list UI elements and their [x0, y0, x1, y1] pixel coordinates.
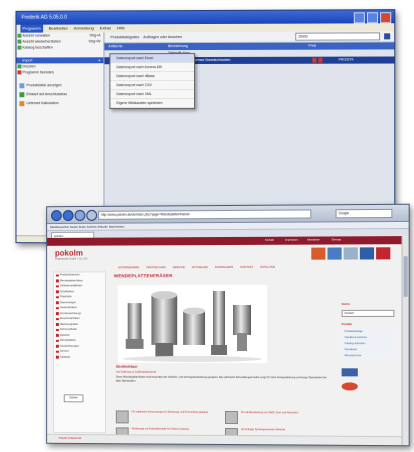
vertical-scrollbar[interactable]: [401, 236, 409, 446]
maximize-icon[interactable]: [366, 12, 379, 24]
submenu-item-save[interactable]: Eigene Wildkaraten speichern: [110, 99, 195, 109]
header-image: [343, 247, 358, 260]
right-sidebar: Suche Deutsch Kontakt Produktanfrage Hän…: [341, 297, 395, 429]
language-select[interactable]: Deutsch: [341, 309, 395, 317]
navigation-tree: Produktdatei anzeigen Einkauf auf Anschl…: [16, 81, 103, 108]
top-link-impressum[interactable]: Impressum: [285, 239, 298, 242]
top-link-kontakt[interactable]: Kontakt: [265, 239, 274, 242]
product-image: [117, 284, 268, 364]
reload-icon[interactable]: [74, 209, 86, 221]
page-title: WENDEPLATTENFRÄSER: [113, 273, 173, 279]
header-image: [376, 247, 391, 260]
left-nav-item[interactable]: Kataloge: [54, 354, 105, 360]
menu-bearbeiten[interactable]: Bearbeiten: [49, 25, 68, 33]
menu-anmeldung[interactable]: Anmeldung: [74, 24, 94, 32]
window-title: Frederik AG 5.05.0.0: [21, 14, 67, 21]
toolbar-produktkategorien[interactable]: Produktkategorien: [110, 35, 139, 39]
right-heading-kontakt: Kontakt: [341, 322, 352, 327]
col-preis[interactable]: Preis: [308, 43, 316, 50]
product-subtitle: mit Kühlung & Kühlmittelzufuhr: [115, 369, 157, 374]
window-titlebar[interactable]: Frederik AG 5.05.0.0: [16, 10, 395, 25]
export-submenu: Datenexport nach Excel Datenexport nach …: [109, 53, 196, 110]
minimize-icon[interactable]: [353, 12, 365, 24]
site-logo[interactable]: pokolm Frästechnik GmbH + Co. KG: [55, 249, 87, 261]
left-navigation: Produktübersicht Wendeplattenfräser Voll…: [53, 271, 107, 434]
right-link[interactable]: Händlerverzeichnis: [341, 335, 395, 341]
feature-image: [225, 410, 238, 425]
feature-item: Für zahlreiche Anwendungen im Werkzeug- …: [115, 410, 221, 424]
cart-icon: [19, 92, 25, 98]
top-link-newsletter[interactable]: Newsletter: [307, 239, 319, 242]
flag-icon: [318, 57, 323, 63]
home-icon[interactable]: [86, 209, 98, 221]
nav-unternehmen[interactable]: Unternehmen: [118, 265, 139, 269]
feature-image: [115, 410, 129, 424]
menu-extras[interactable]: Extras: [100, 24, 111, 32]
nav-service[interactable]: Service: [173, 265, 185, 269]
right-link[interactable]: Produktanfrage: [341, 329, 395, 335]
nav-fraestechnik[interactable]: Frästechnik: [146, 265, 166, 269]
product-description: Diese Wendeplattenfräser sind besonders …: [115, 375, 327, 383]
main-navigation: Unternehmen Frästechnik Service Aktuelle…: [118, 265, 275, 270]
submenu-item-xml[interactable]: Datenexport nach XML: [110, 90, 195, 100]
folder-icon: [19, 83, 25, 89]
exit-icon: [17, 70, 22, 75]
tree-item-produktdatei[interactable]: Produktdatei anzeigen: [16, 81, 103, 90]
header-image-strip: [311, 247, 391, 260]
nav-kataloge[interactable]: Kataloge: [260, 265, 275, 269]
supplier-icon: [19, 101, 25, 107]
menu-item-katalog[interactable]: Katalog beschaffen: [16, 44, 103, 50]
right-link[interactable]: Katalog anfordern: [341, 341, 395, 347]
header-image: [359, 247, 375, 260]
main-content: WENDEPLATTENFRÄSER Streifenfräser mit Kü…: [113, 273, 334, 442]
top-link-sitemap[interactable]: Sitemap: [332, 238, 342, 241]
restore-icon: [17, 39, 22, 44]
header-image: [327, 247, 342, 260]
go-arrow-icon[interactable]: [384, 33, 391, 40]
close-icon[interactable]: [380, 12, 392, 24]
submenu-item-excel[interactable]: Datenexport nach Excel: [110, 54, 195, 64]
web-page: Kontakt Impressum Newsletter Sitemap pok…: [47, 236, 409, 446]
nav-aktuelles[interactable]: Aktuelles: [192, 265, 208, 269]
menu-programm[interactable]: Programm: [20, 24, 43, 33]
catalog-icon: [17, 45, 22, 50]
header-image: [311, 247, 326, 260]
submenu-item-csv[interactable]: Datenexport nach CSV: [110, 81, 195, 91]
product-title: Streifenfräser: [115, 364, 138, 369]
top-strip: Kontakt Impressum Newsletter Sitemap: [47, 236, 409, 246]
search-input[interactable]: Google: [335, 208, 393, 219]
toolbar: Produktkategorien Auftragen oder Ansehen…: [104, 31, 395, 44]
tree-item-lieferant[interactable]: Lieferant Kalkulation: [16, 99, 103, 108]
view-icon: [17, 33, 22, 38]
page-footer: Pokolm Frästechnik: [47, 433, 409, 446]
right-heading-suche: Suche: [341, 302, 350, 306]
filter-combo[interactable]: 20000: [295, 32, 381, 41]
feature-item: Für die Bearbeitung von Stahl, Guss und …: [225, 410, 331, 425]
nav-kontakt[interactable]: Kontakt: [240, 265, 253, 269]
forward-icon[interactable]: [62, 210, 74, 221]
browser-window: http://www.pokolm.de/de/index.php?page=W…: [46, 203, 410, 447]
menu-hilfe[interactable]: Hilfe: [117, 24, 125, 32]
search-button[interactable]: Suchen: [63, 394, 84, 403]
right-link[interactable]: Newsletter: [341, 347, 395, 353]
flag-icon: [312, 57, 317, 63]
right-link[interactable]: Messetermine: [341, 353, 395, 359]
milling-cutters-illustration: [122, 291, 263, 363]
mail-icon[interactable]: [341, 368, 358, 377]
scrollbar-thumb[interactable]: [403, 256, 408, 297]
nav-downloads[interactable]: Downloads: [215, 265, 233, 269]
print-icon: [17, 64, 22, 69]
submenu-item-access[interactable]: Datenexport nach Access-DB: [110, 63, 195, 73]
menu-item-beenden[interactable]: Programm beenden: [16, 69, 103, 75]
back-icon[interactable]: [51, 210, 62, 222]
browser-toolbar: http://www.pokolm.de/de/index.php?page=W…: [47, 204, 409, 225]
submenu-item-dbase[interactable]: Datenexport nach dBase: [110, 72, 195, 82]
tree-item-einkauf[interactable]: Einkauf auf Anschlussbau: [16, 90, 103, 99]
toolbar-auftragen[interactable]: Auftragen oder Ansehen: [143, 35, 182, 39]
badge-icon: [341, 382, 358, 391]
address-bar[interactable]: http://www.pokolm.de/de/index.php?page=W…: [98, 209, 312, 220]
